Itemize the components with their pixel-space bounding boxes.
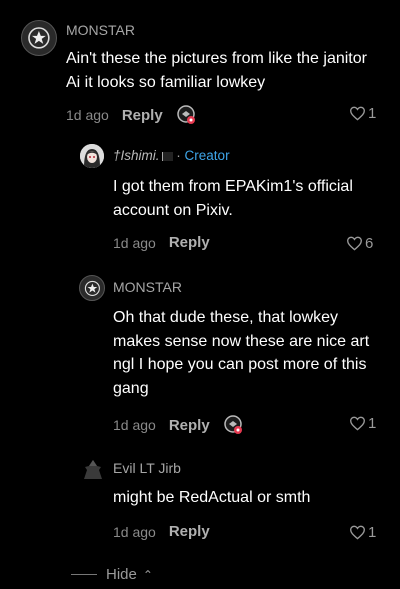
avatar[interactable] xyxy=(80,144,104,168)
like-button[interactable]: 1 xyxy=(349,415,376,432)
dark-figure-avatar xyxy=(80,457,106,483)
heart-icon xyxy=(349,106,366,121)
like-count: 6 xyxy=(365,235,374,252)
hide-replies-button[interactable]: Hide ⌃ xyxy=(71,566,153,583)
reply-button[interactable]: Reply xyxy=(169,417,210,434)
like-button[interactable]: 6 xyxy=(346,235,373,252)
heart-icon xyxy=(349,525,366,540)
like-count: 1 xyxy=(368,415,377,432)
comment-timestamp: 1d ago xyxy=(113,417,156,433)
comment-timestamp: 1d ago xyxy=(113,523,156,540)
anime-girl-avatar xyxy=(80,144,104,168)
chevron-up-icon: ⌃ xyxy=(142,567,153,582)
avatar[interactable] xyxy=(79,275,105,301)
comment-timestamp: 1d ago xyxy=(66,107,109,123)
comment-username[interactable]: MONSTAR xyxy=(66,22,135,38)
divider-line xyxy=(71,574,97,575)
reply-button[interactable]: Reply xyxy=(169,523,210,540)
reaction-sticker-icon xyxy=(176,104,198,126)
creator-badge: Creator xyxy=(184,148,230,163)
comment-text: I got them from EPAKim1's official accou… xyxy=(113,178,353,219)
hide-label: Hide xyxy=(106,566,137,583)
comment-username[interactable]: †Ishimi. xyxy=(113,148,160,163)
comment-text: Oh that dude these, that lowkey makes se… xyxy=(113,309,370,397)
like-count: 1 xyxy=(368,524,377,541)
star-badge-icon xyxy=(84,280,100,296)
comment-username[interactable]: Evil LT Jirb xyxy=(113,460,181,476)
comment-text: Ain't these the pictures from like the j… xyxy=(66,50,367,91)
separator-dot: · xyxy=(176,148,181,163)
comment-text: might be RedActual or smth xyxy=(113,489,311,506)
reply-button[interactable]: Reply xyxy=(122,107,163,124)
avatar[interactable] xyxy=(21,20,57,56)
comment-header: †Ishimi. · Creator xyxy=(113,148,230,163)
like-count: 1 xyxy=(368,105,377,122)
reaction-sticker-icon xyxy=(223,414,245,436)
avatar[interactable] xyxy=(80,457,106,483)
heart-icon xyxy=(349,416,366,431)
like-button[interactable]: 1 xyxy=(349,105,376,122)
comment-timestamp: 1d ago xyxy=(113,234,156,251)
heart-icon xyxy=(346,236,363,251)
flag-icon xyxy=(161,151,173,161)
comment-username[interactable]: MONSTAR xyxy=(113,279,182,295)
like-button[interactable]: 1 xyxy=(349,524,376,541)
star-badge-icon xyxy=(28,27,50,49)
reply-button[interactable]: Reply xyxy=(169,234,210,251)
